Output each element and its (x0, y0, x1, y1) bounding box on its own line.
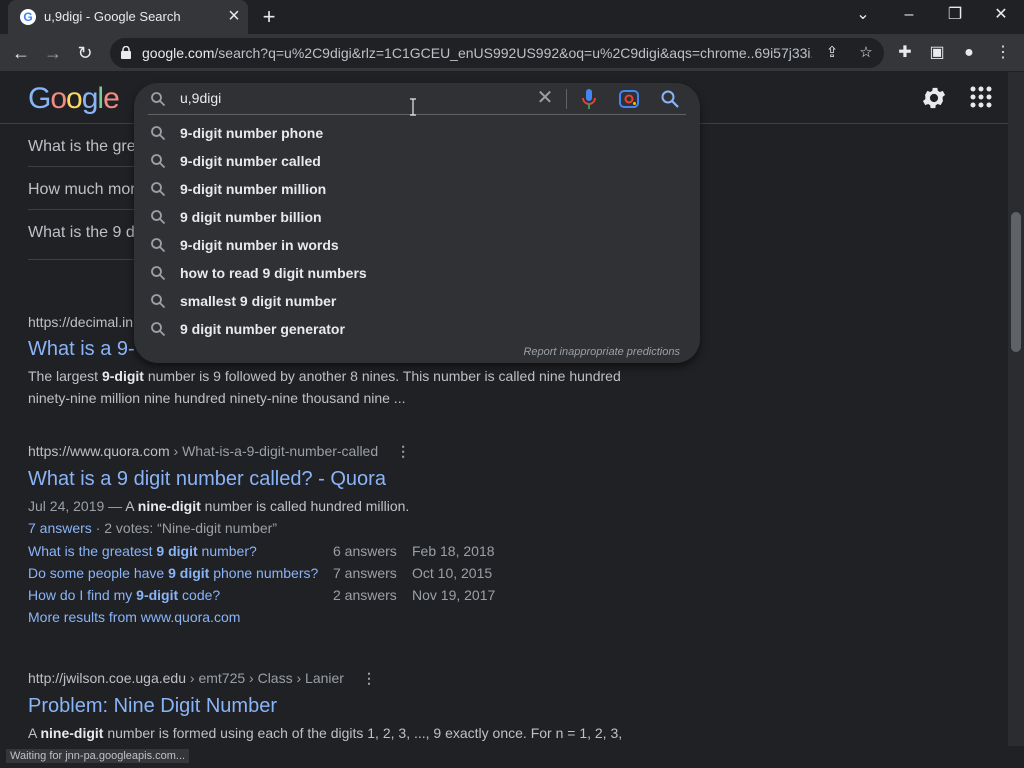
extensions-icon[interactable]: ✚ (894, 42, 916, 64)
close-window-icon[interactable]: ✕ (978, 0, 1024, 32)
search-icon (151, 238, 166, 253)
report-predictions-link[interactable]: Report inappropriate predictions (523, 346, 680, 358)
restore-icon[interactable]: ❐ (932, 0, 978, 32)
new-tab-icon[interactable]: + (256, 4, 282, 30)
url-host: google.com (142, 45, 215, 61)
result-snippet: A nine-digit number is formed using each… (28, 725, 623, 741)
sub-result-row[interactable]: Do some people have 9 digit phone number… (28, 565, 688, 587)
suggestion-item[interactable]: 9-digit number phone (134, 119, 700, 147)
suggestion-item[interactable]: smallest 9 digit number (134, 287, 700, 315)
menu-kebab-icon[interactable]: ⋮ (992, 42, 1014, 64)
result-options-icon[interactable]: ⋮ (396, 443, 410, 460)
lock-icon (121, 46, 131, 59)
result-snippet: Jul 24, 2019 — A nine-digit number is ca… (28, 498, 410, 514)
search-icon (151, 182, 166, 197)
search-icon (151, 210, 166, 225)
google-favicon-icon (20, 9, 36, 25)
search-icon (151, 126, 166, 141)
divider (566, 89, 567, 109)
search-box[interactable]: u,9digi ✕ (134, 83, 700, 115)
result-snippet: The largest 9-digit number is 9 followed… (28, 368, 621, 406)
search-icon (151, 266, 166, 281)
clear-icon[interactable]: ✕ (534, 87, 556, 109)
sub-results: What is the greatest 9 digit number? 6 an… (28, 543, 688, 631)
search-icon (151, 322, 166, 337)
sub-result-row[interactable]: How do I find my 9-digit code? 2 answers N… (28, 587, 688, 609)
settings-gear-icon[interactable] (920, 84, 948, 112)
share-icon[interactable]: ⇪ (822, 43, 842, 63)
answers-line: 7 answers · 2 votes: “Nine-digit number” (28, 520, 277, 536)
result-title-link[interactable]: Problem: Nine Digit Number (28, 695, 688, 718)
side-panel-icon[interactable]: ▣ (926, 42, 948, 64)
suggestion-item[interactable]: 9 digit number generator (134, 315, 700, 343)
suggestion-item[interactable]: 9-digit number million (134, 175, 700, 203)
google-logo[interactable]: Google (28, 82, 120, 116)
autocomplete-dropdown: u,9digi ✕ 9-digit number phone 9-digit n… (134, 83, 700, 363)
dropdown-separator (148, 114, 686, 115)
search-input[interactable]: u,9digi (180, 90, 221, 106)
minimize-icon[interactable]: – (886, 0, 932, 32)
search-icon (151, 92, 166, 107)
url-text: google.com/search?q=u%2C9digi&rlz=1C1GCE… (142, 45, 812, 61)
address-bar[interactable]: google.com/search?q=u%2C9digi&rlz=1C1GCE… (110, 38, 884, 68)
back-icon[interactable]: ← (8, 40, 34, 66)
suggestion-item[interactable]: how to read 9 digit numbers (134, 259, 700, 287)
search-result: http://jwilson.coe.uga.edu › emt725 › Cl… (28, 670, 688, 744)
url-path: /search?q=u%2C9digi&rlz=1C1GCEU_enUS992U… (214, 45, 812, 61)
google-apps-grid-icon[interactable] (970, 86, 992, 108)
forward-icon[interactable]: → (40, 40, 66, 66)
voice-search-mic-icon[interactable] (580, 88, 598, 110)
suggestion-item[interactable]: 9-digit number called (134, 147, 700, 175)
suggestion-item[interactable]: 9 digit number billion (134, 203, 700, 231)
suggestion-item[interactable]: 9-digit number in words (134, 231, 700, 259)
reload-icon[interactable]: ↻ (72, 40, 98, 66)
tab-close-icon[interactable]: × (224, 6, 244, 26)
vertical-scrollbar[interactable] (1008, 72, 1024, 746)
more-results-link[interactable]: More results from www.quora.com (28, 609, 688, 631)
status-bar: Waiting for jnn-pa.googleapis.com... (0, 746, 1024, 768)
google-search-submit-icon[interactable] (660, 89, 680, 109)
search-icon (151, 294, 166, 309)
text-cursor-icon (410, 98, 416, 116)
tab-title: u,9digi - Google Search (44, 9, 181, 24)
result-options-icon[interactable]: ⋮ (362, 670, 376, 687)
tab-strip: u,9digi - Google Search × + ⌄ – ❐ ✕ (0, 0, 1024, 34)
status-text: Waiting for jnn-pa.googleapis.com... (6, 749, 190, 763)
browser-toolbar: ← → ↻ google.com/search?q=u%2C9digi&rlz=… (0, 34, 1024, 72)
result-title-link[interactable]: What is a 9 digit number called? - Quora (28, 468, 688, 491)
answers-link[interactable]: 7 answers (28, 520, 92, 536)
tab-active[interactable]: u,9digi - Google Search × (8, 0, 248, 34)
search-icon (151, 154, 166, 169)
sub-result-row[interactable]: What is the greatest 9 digit number? 6 an… (28, 543, 688, 565)
profile-icon[interactable]: ● (958, 42, 980, 64)
bookmark-star-icon[interactable]: ☆ (856, 43, 876, 63)
result-cite[interactable]: https://www.quora.com › What-is-a-9-digi… (28, 443, 688, 460)
search-result: https://www.quora.com › What-is-a-9-digi… (28, 443, 688, 631)
google-lens-icon[interactable] (618, 89, 640, 109)
tab-search-chevron-icon[interactable]: ⌄ (840, 0, 886, 32)
vertical-scroll-thumb[interactable] (1011, 212, 1021, 352)
result-cite[interactable]: http://jwilson.coe.uga.edu › emt725 › Cl… (28, 670, 688, 687)
